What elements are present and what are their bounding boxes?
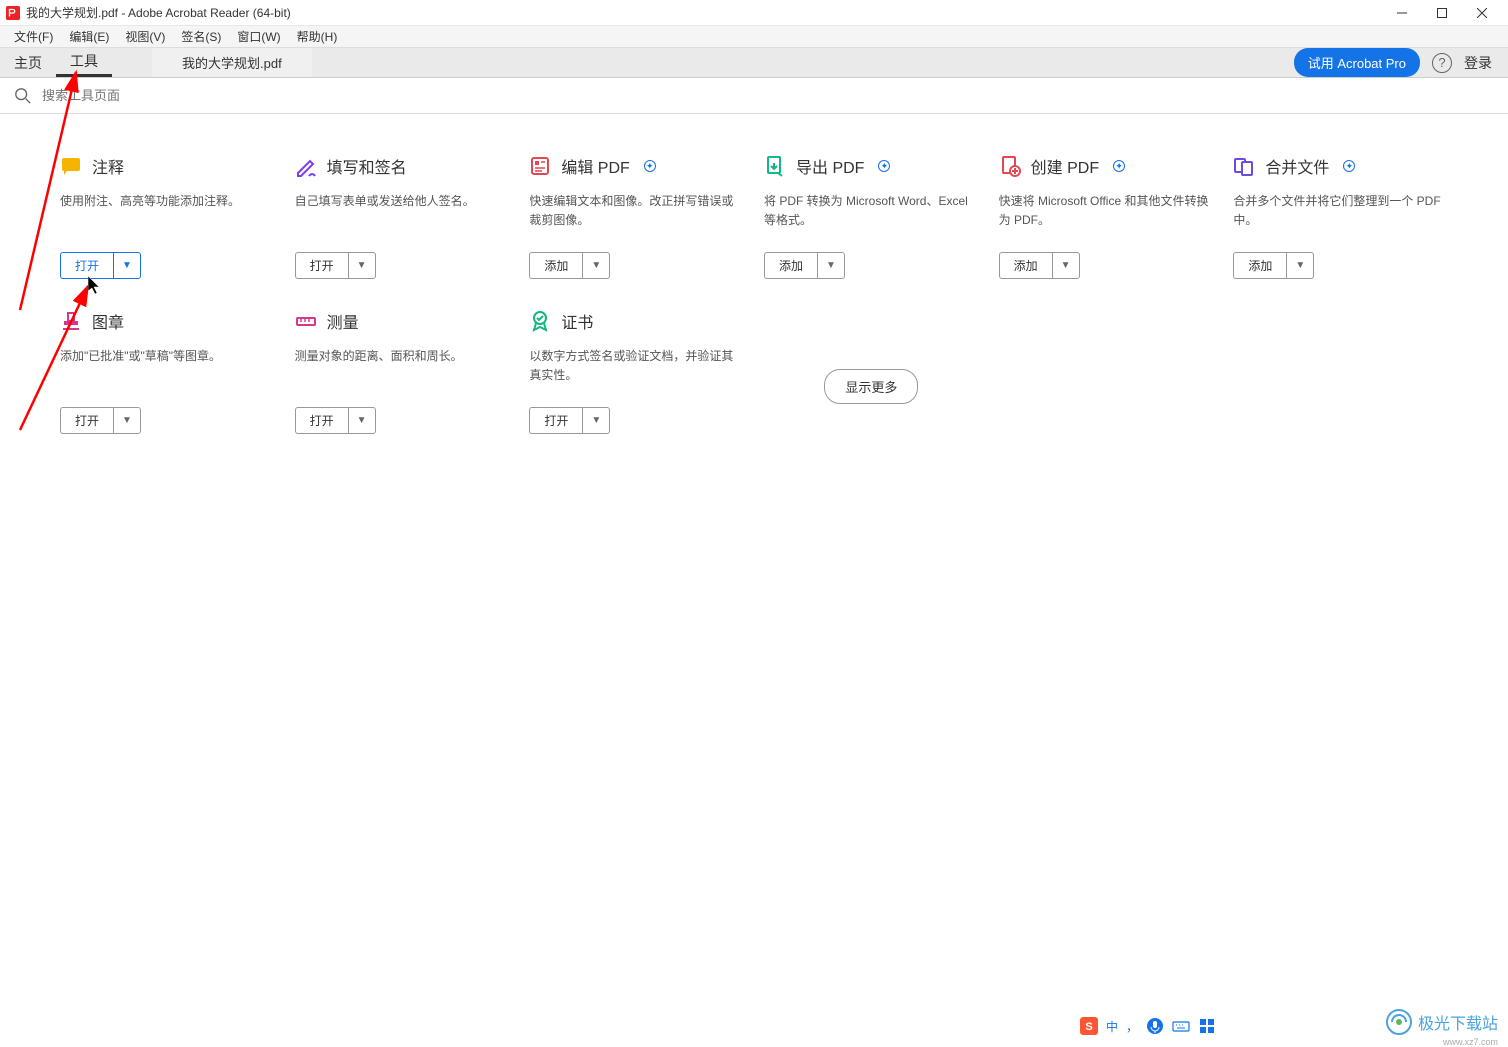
tool-card-export: 导出 PDF ✦ 将 PDF 转换为 Microsoft Word、Excel 等…: [764, 154, 979, 279]
tool-card-measure: 测量 测量对象的距离、面积和周长。 打开 ▼: [295, 309, 510, 434]
stamp-icon: [60, 310, 82, 332]
show-more-button[interactable]: 显示更多: [824, 369, 918, 404]
premium-badge-icon: ✦: [1113, 160, 1125, 172]
tool-description: 合并多个文件并将它们整理到一个 PDF 中。: [1233, 192, 1448, 232]
ime-toolbar: S 中 ，: [1074, 1015, 1222, 1037]
watermark: 极光下载站: [1386, 1009, 1498, 1035]
menu-file[interactable]: 文件(F): [6, 28, 61, 45]
help-icon[interactable]: ?: [1432, 53, 1452, 73]
tool-title: 图章: [92, 309, 124, 333]
tool-card-comment: 注释 使用附注、高亮等功能添加注释。 打开 ▼: [60, 154, 275, 279]
ime-logo-icon: S: [1080, 1017, 1098, 1035]
menu-sign[interactable]: 签名(S): [173, 28, 229, 45]
watermark-url: www.xz7.com: [1443, 1037, 1498, 1047]
premium-badge-icon: ✦: [644, 160, 656, 172]
measure-icon: [295, 310, 317, 332]
tab-home[interactable]: 主页: [0, 48, 56, 77]
tool-description: 自己填写表单或发送给他人签名。: [295, 192, 510, 232]
titlebar-text: 我的大学规划.pdf - Adobe Acrobat Reader (64-bi…: [26, 4, 1382, 21]
tool-dropdown-button[interactable]: ▼: [582, 252, 610, 279]
tool-action-button[interactable]: 添加: [1233, 252, 1286, 279]
export-icon: [764, 155, 786, 177]
app-icon: [6, 6, 20, 20]
ime-mic-icon[interactable]: [1146, 1017, 1164, 1035]
tool-description: 使用附注、高亮等功能添加注释。: [60, 192, 275, 232]
edit-icon: [529, 155, 551, 177]
mouse-cursor: [88, 276, 104, 296]
titlebar: 我的大学规划.pdf - Adobe Acrobat Reader (64-bi…: [0, 0, 1508, 26]
premium-badge-icon: ✦: [878, 160, 890, 172]
tool-title: 填写和签名: [327, 154, 407, 178]
tool-dropdown-button[interactable]: ▼: [113, 407, 141, 434]
tool-action-button[interactable]: 打开: [60, 252, 113, 279]
tool-description: 快速将 Microsoft Office 和其他文件转换为 PDF。: [999, 192, 1214, 232]
tool-action-button[interactable]: 添加: [999, 252, 1052, 279]
tool-card-stamp: 图章 添加"已批准"或"草稿"等图章。 打开 ▼: [60, 309, 275, 434]
tool-dropdown-button[interactable]: ▼: [113, 252, 141, 279]
maximize-button[interactable]: [1422, 0, 1462, 26]
tab-tools[interactable]: 工具: [56, 48, 112, 77]
tool-dropdown-button[interactable]: ▼: [582, 407, 610, 434]
tool-action-button[interactable]: 打开: [60, 407, 113, 434]
tool-description: 快速编辑文本和图像。改正拼写错误或裁剪图像。: [529, 192, 744, 232]
tool-dropdown-button[interactable]: ▼: [348, 407, 376, 434]
combine-icon: [1233, 155, 1255, 177]
menu-view[interactable]: 视图(V): [117, 28, 173, 45]
search-input[interactable]: [42, 88, 1494, 103]
search-icon: [14, 87, 32, 105]
tool-card-certificate: 证书 以数字方式签名或验证文档，并验证其真实性。 打开 ▼: [529, 309, 744, 434]
tab-document[interactable]: 我的大学规划.pdf: [152, 48, 312, 77]
minimize-button[interactable]: [1382, 0, 1422, 26]
premium-badge-icon: ✦: [1343, 160, 1355, 172]
menu-window[interactable]: 窗口(W): [229, 28, 288, 45]
tool-card-create: 创建 PDF ✦ 快速将 Microsoft Office 和其他文件转换为 PD…: [999, 154, 1214, 279]
tool-title: 证书: [561, 309, 593, 333]
tool-description: 以数字方式签名或验证文档，并验证其真实性。: [529, 347, 744, 387]
fill-sign-icon: [295, 155, 317, 177]
tool-title: 合并文件: [1265, 154, 1329, 178]
create-icon: [999, 155, 1021, 177]
ime-punct[interactable]: ，: [1126, 1018, 1138, 1035]
tool-dropdown-button[interactable]: ▼: [817, 252, 845, 279]
menu-help[interactable]: 帮助(H): [289, 28, 346, 45]
tool-title: 创建 PDF: [1031, 154, 1099, 178]
tool-title: 导出 PDF: [796, 154, 864, 178]
tool-action-button[interactable]: 打开: [529, 407, 582, 434]
close-button[interactable]: [1462, 0, 1502, 26]
tool-action-button[interactable]: 打开: [295, 252, 348, 279]
ime-settings-icon[interactable]: [1198, 1017, 1216, 1035]
tool-card-fill-sign: 填写和签名 自己填写表单或发送给他人签名。 打开 ▼: [295, 154, 510, 279]
searchbar: [0, 78, 1508, 114]
tool-action-button[interactable]: 打开: [295, 407, 348, 434]
tool-card-edit: 编辑 PDF ✦ 快速编辑文本和图像。改正拼写错误或裁剪图像。 添加 ▼: [529, 154, 744, 279]
menu-edit[interactable]: 编辑(E): [61, 28, 117, 45]
tabbar: 主页 工具 我的大学规划.pdf 试用 Acrobat Pro ? 登录: [0, 48, 1508, 78]
tool-dropdown-button[interactable]: ▼: [1286, 252, 1314, 279]
tool-description: 添加"已批准"或"草稿"等图章。: [60, 347, 275, 387]
tool-title: 编辑 PDF: [561, 154, 629, 178]
ime-keyboard-icon[interactable]: [1172, 1017, 1190, 1035]
tool-description: 测量对象的距离、面积和周长。: [295, 347, 510, 387]
window-controls: [1382, 0, 1502, 26]
menubar: 文件(F) 编辑(E) 视图(V) 签名(S) 窗口(W) 帮助(H): [0, 26, 1508, 48]
certificate-icon: [529, 310, 551, 332]
watermark-logo-icon: [1386, 1009, 1412, 1035]
comment-icon: [60, 155, 82, 177]
watermark-text: 极光下载站: [1418, 1010, 1498, 1034]
login-link[interactable]: 登录: [1464, 53, 1492, 73]
tool-title: 注释: [92, 154, 124, 178]
try-pro-button[interactable]: 试用 Acrobat Pro: [1294, 48, 1420, 77]
svg-text:S: S: [1085, 1021, 1092, 1033]
tools-container: 注释 使用附注、高亮等功能添加注释。 打开 ▼ 填写和签名 自己填写表单或发送给…: [0, 114, 1508, 474]
tool-action-button[interactable]: 添加: [529, 252, 582, 279]
ime-lang[interactable]: 中: [1106, 1018, 1118, 1035]
tool-dropdown-button[interactable]: ▼: [348, 252, 376, 279]
tool-card-combine: 合并文件 ✦ 合并多个文件并将它们整理到一个 PDF 中。 添加 ▼: [1233, 154, 1448, 279]
tool-action-button[interactable]: 添加: [764, 252, 817, 279]
tool-dropdown-button[interactable]: ▼: [1052, 252, 1080, 279]
tool-title: 测量: [327, 309, 359, 333]
tool-description: 将 PDF 转换为 Microsoft Word、Excel 等格式。: [764, 192, 979, 232]
